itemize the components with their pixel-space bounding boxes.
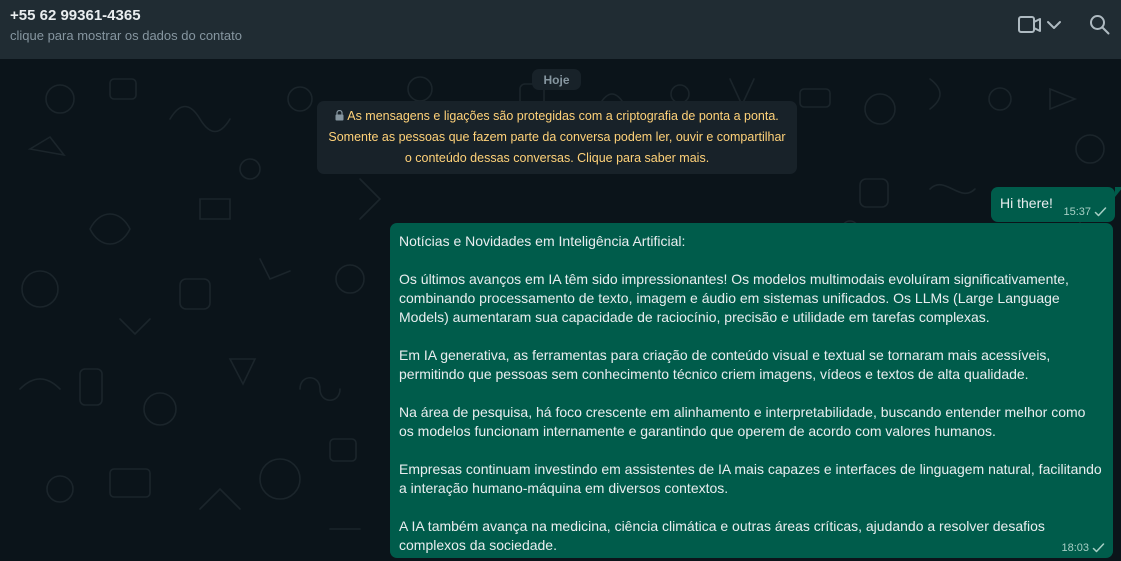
message-paragraph: Em IA generativa, as ferramentas para cr… <box>399 347 1051 382</box>
chevron-down-icon <box>1047 21 1061 29</box>
message-time: 18:03 <box>1061 542 1089 554</box>
encryption-line-2: Somente as pessoas que fazem parte da co… <box>328 130 786 144</box>
outgoing-message[interactable]: Notícias e Novidades em Inteligência Art… <box>390 223 1113 558</box>
message-paragraph: Notícias e Novidades em Inteligência Art… <box>399 233 686 249</box>
message-paragraph: Os últimos avanços em IA têm sido impres… <box>399 271 1069 325</box>
bubble-tail <box>1115 187 1121 197</box>
chat-header[interactable]: +55 62 99361-4365 clique para mostrar os… <box>0 0 1121 59</box>
message-meta: 15:37 <box>1063 206 1107 218</box>
check-icon <box>1092 543 1105 553</box>
message-meta: 18:03 <box>1061 542 1105 554</box>
message-time: 15:37 <box>1063 206 1091 218</box>
search-icon <box>1090 15 1110 35</box>
lock-icon <box>335 110 344 121</box>
contact-name[interactable]: +55 62 99361-4365 <box>10 7 141 24</box>
video-call-icon <box>1018 16 1041 33</box>
encryption-notice[interactable]: As mensagens e ligações são protegidas c… <box>317 101 797 174</box>
video-call-button[interactable] <box>1016 14 1064 36</box>
outgoing-message[interactable]: Hi there! 15:37 <box>991 187 1121 222</box>
contact-subtitle[interactable]: clique para mostrar os dados do contato <box>10 28 242 43</box>
check-icon <box>1094 207 1107 217</box>
encryption-line-1: As mensagens e ligações são protegidas c… <box>347 109 779 123</box>
encryption-line-3: o conteúdo dessas conversas. Clique para… <box>404 151 710 165</box>
message-paragraph: Empresas continuam investindo em assiste… <box>399 461 1102 496</box>
date-separator: Hoje <box>532 69 581 90</box>
message-text: Hi there! <box>1000 195 1053 211</box>
message-paragraph: Na área de pesquisa, há foco crescente e… <box>399 404 1086 439</box>
search-button[interactable] <box>1088 13 1112 37</box>
message-body: Notícias e Novidades em Inteligência Art… <box>399 232 1104 555</box>
message-paragraph: A IA também avança na medicina, ciência … <box>399 518 1045 553</box>
